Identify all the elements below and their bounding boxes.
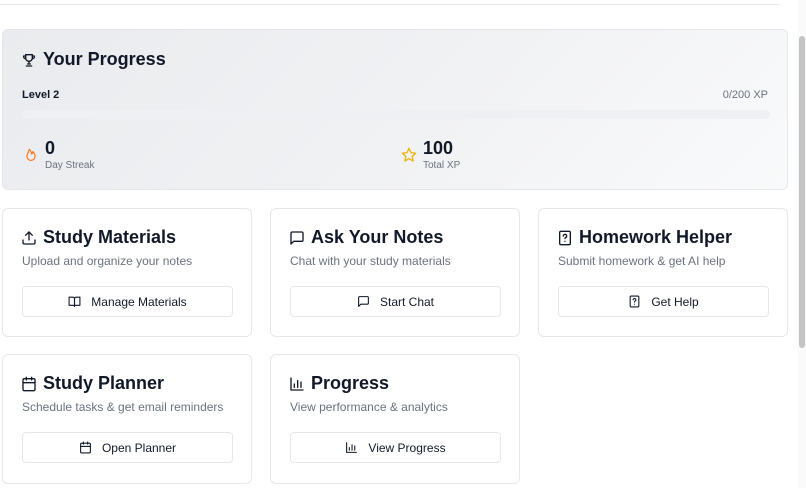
manage-materials-button[interactable]: Manage Materials <box>22 286 233 317</box>
homework-helper-card: Homework Helper Submit homework & get AI… <box>538 208 788 337</box>
streak-label: Day Streak <box>45 160 95 171</box>
progress-nav-card: Progress View performance & analytics Vi… <box>270 354 520 484</box>
button-label: Manage Materials <box>91 294 187 309</box>
get-help-button[interactable]: Get Help <box>558 286 769 317</box>
progress-title-row: Your Progress <box>21 49 166 70</box>
streak-stat: 0 Day Streak <box>23 138 94 171</box>
card-description: Schedule tasks & get email reminders <box>22 400 224 414</box>
flame-icon <box>23 147 39 163</box>
star-icon <box>401 147 417 163</box>
button-label: Get Help <box>651 294 699 309</box>
view-progress-button[interactable]: View Progress <box>290 432 501 463</box>
calendar-icon <box>21 376 37 392</box>
open-planner-button[interactable]: Open Planner <box>22 432 233 463</box>
study-materials-card: Study Materials Upload and organize your… <box>2 208 252 337</box>
total-xp-label: Total XP <box>423 160 461 171</box>
button-label: Start Chat <box>379 294 435 309</box>
button-label: View Progress <box>368 440 446 455</box>
streak-value: 0 <box>45 138 56 158</box>
progress-title: Your Progress <box>43 49 166 69</box>
study-planner-card: Study Planner Schedule tasks & get email… <box>2 354 252 484</box>
chat-icon <box>289 230 305 246</box>
chat-icon <box>357 295 370 308</box>
total-xp-stat: 100 Total XP <box>401 138 460 171</box>
trophy-icon <box>21 52 37 68</box>
card-description: Upload and organize your notes <box>22 254 193 268</box>
card-description: Chat with your study materials <box>290 254 451 268</box>
scrollbar-thumb[interactable] <box>799 36 805 348</box>
book-icon <box>68 295 81 308</box>
vertical-scrollbar[interactable] <box>798 0 806 488</box>
help-file-icon <box>628 295 641 308</box>
xp-label: 0/200 XP <box>722 89 768 101</box>
card-description: View performance & analytics <box>290 400 448 414</box>
bar-chart-icon <box>345 441 358 454</box>
button-label: Open Planner <box>101 440 177 455</box>
level-label: Level 2 <box>22 89 60 101</box>
card-title: Progress <box>311 373 390 393</box>
upload-icon <box>21 230 37 246</box>
bar-chart-icon <box>289 376 305 392</box>
ask-your-notes-card: Ask Your Notes Chat with your study mate… <box>270 208 520 337</box>
card-title: Ask Your Notes <box>311 227 444 247</box>
card-title: Study Planner <box>43 373 165 393</box>
help-file-icon <box>557 230 573 246</box>
total-xp-value: 100 <box>423 138 454 158</box>
xp-progress-bar <box>22 110 770 119</box>
card-description: Submit homework & get AI help <box>558 254 726 268</box>
calendar-icon <box>79 441 92 454</box>
start-chat-button[interactable]: Start Chat <box>290 286 501 317</box>
card-title: Homework Helper <box>579 227 733 247</box>
progress-card: Your Progress Level 2 0/200 XP 0 Day Str… <box>2 29 788 190</box>
card-title: Study Materials <box>43 227 177 247</box>
top-header-strip <box>0 0 780 5</box>
